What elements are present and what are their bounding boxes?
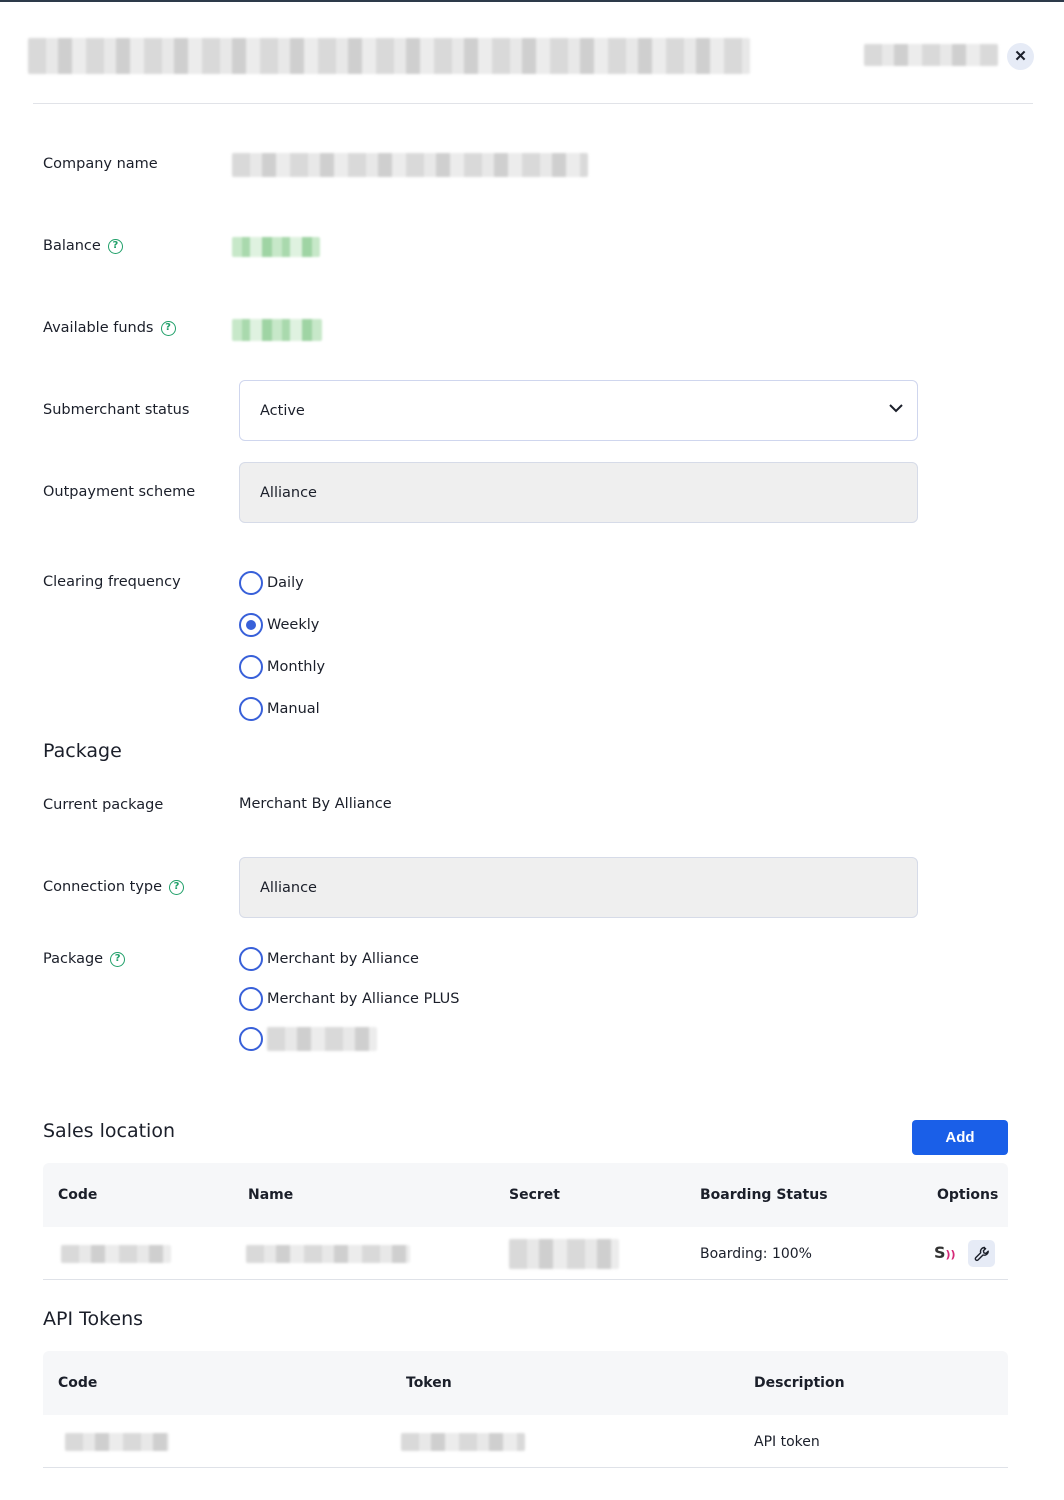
radio-package-merchant[interactable]: Merchant by Alliance (239, 947, 419, 971)
package-option-redacted (267, 1027, 377, 1051)
header-meta-redacted (864, 44, 998, 66)
cell-code (61, 1227, 171, 1280)
current-package-value: Merchant By Alliance (239, 796, 392, 812)
package-label-text: Package (43, 951, 104, 967)
company-name-value-redacted (232, 153, 588, 177)
available-funds-value-redacted (232, 319, 322, 341)
outpayment-scheme-field: Alliance (239, 462, 918, 523)
radio-circle[interactable] (239, 947, 263, 971)
outpayment-scheme-value: Alliance (260, 484, 317, 501)
api-tokens-table-header: Code Token Description (43, 1351, 1008, 1415)
column-header-code[interactable]: Code (58, 1163, 97, 1227)
balance-value-redacted (232, 237, 320, 257)
connection-type-field: Alliance (239, 857, 918, 918)
package-label: Package ? (43, 951, 126, 967)
radio-label: Weekly (267, 617, 320, 633)
secret-redacted (509, 1238, 619, 1269)
current-package-label: Current package (43, 797, 163, 813)
radio-circle-checked[interactable] (239, 613, 263, 637)
radio-circle[interactable] (239, 655, 263, 679)
outpayment-scheme-label-text: Outpayment scheme (43, 484, 196, 500)
sales-location-title: Sales location (43, 1120, 175, 1142)
name-redacted (246, 1244, 410, 1263)
radio-label: Merchant by Alliance (267, 951, 419, 967)
submerchant-status-value: Active (260, 402, 305, 419)
submerchant-status-label-text: Submerchant status (43, 402, 190, 418)
current-package-label-text: Current package (43, 797, 164, 813)
submerchant-status-label: Submerchant status (43, 402, 189, 418)
close-icon[interactable]: ✕ (1007, 43, 1034, 70)
cell-secret (509, 1227, 619, 1280)
modal-header: ✕ (0, 0, 1064, 104)
radio-label: Monthly (267, 659, 326, 675)
cell-name (246, 1227, 410, 1280)
help-circle-icon[interactable]: ? (160, 320, 176, 336)
wrench-icon[interactable] (968, 1240, 995, 1267)
radio-label: Manual (267, 701, 320, 717)
radio-package-merchant-plus[interactable]: Merchant by Alliance PLUS (239, 987, 460, 1011)
clearing-frequency-label: Clearing frequency (43, 574, 181, 590)
cell-code (65, 1415, 169, 1468)
company-name-label-text: Company name (43, 156, 158, 172)
radio-package-redacted[interactable] (239, 1027, 377, 1051)
api-tokens-title: API Tokens (43, 1308, 144, 1330)
sales-logo-icon[interactable]: S)) (934, 1243, 956, 1262)
available-funds-label: Available funds ? (43, 320, 176, 336)
code-redacted (61, 1244, 171, 1263)
connection-type-label-text: Connection type (43, 879, 163, 895)
radio-clearing-weekly[interactable]: Weekly (239, 613, 319, 637)
balance-label: Balance ? (43, 238, 123, 254)
add-sales-location-button[interactable]: Add (912, 1120, 1008, 1155)
column-header-description[interactable]: Description (754, 1351, 845, 1415)
radio-clearing-manual[interactable]: Manual (239, 697, 320, 721)
table-row[interactable]: Boarding: 100% S)) (43, 1227, 1008, 1280)
radio-circle[interactable] (239, 1027, 263, 1051)
radio-circle[interactable] (239, 987, 263, 1011)
radio-label: Merchant by Alliance PLUS (267, 991, 460, 1007)
connection-type-label: Connection type ? (43, 879, 185, 895)
cell-description: API token (754, 1433, 820, 1450)
company-name-label: Company name (43, 156, 158, 172)
table-row[interactable]: API token (43, 1415, 1008, 1468)
column-header-boarding-status[interactable]: Boarding Status (700, 1163, 828, 1227)
column-header-options: Options (937, 1187, 999, 1203)
submerchant-status-select[interactable]: Active (239, 380, 918, 441)
chevron-down-icon (889, 403, 903, 415)
sales-location-table-header: Code Name Secret Boarding Status Options (43, 1163, 1008, 1227)
radio-clearing-daily[interactable]: Daily (239, 571, 304, 595)
column-header-token[interactable]: Token (406, 1351, 452, 1415)
column-header-name[interactable]: Name (248, 1163, 293, 1227)
radio-circle[interactable] (239, 571, 263, 595)
header-divider (33, 103, 1033, 104)
cell-boarding-status: Boarding: 100% (700, 1245, 812, 1262)
radio-label: Daily (267, 575, 304, 591)
help-circle-icon[interactable]: ? (110, 951, 126, 967)
column-header-secret[interactable]: Secret (509, 1163, 560, 1227)
radio-clearing-monthly[interactable]: Monthly (239, 655, 325, 679)
help-circle-icon[interactable]: ? (169, 879, 185, 895)
available-funds-label-text: Available funds (43, 320, 154, 336)
column-header-code[interactable]: Code (58, 1351, 97, 1415)
clearing-frequency-label-text: Clearing frequency (43, 574, 181, 590)
token-redacted (401, 1432, 525, 1451)
balance-label-text: Balance (43, 238, 101, 254)
outpayment-scheme-label: Outpayment scheme (43, 484, 195, 500)
code-redacted (65, 1432, 169, 1451)
help-circle-icon[interactable]: ? (107, 238, 123, 254)
package-section-title: Package (43, 740, 122, 762)
radio-circle[interactable] (239, 697, 263, 721)
cell-token (401, 1415, 525, 1468)
modal-title-redacted (28, 38, 750, 74)
connection-type-value: Alliance (260, 879, 317, 896)
